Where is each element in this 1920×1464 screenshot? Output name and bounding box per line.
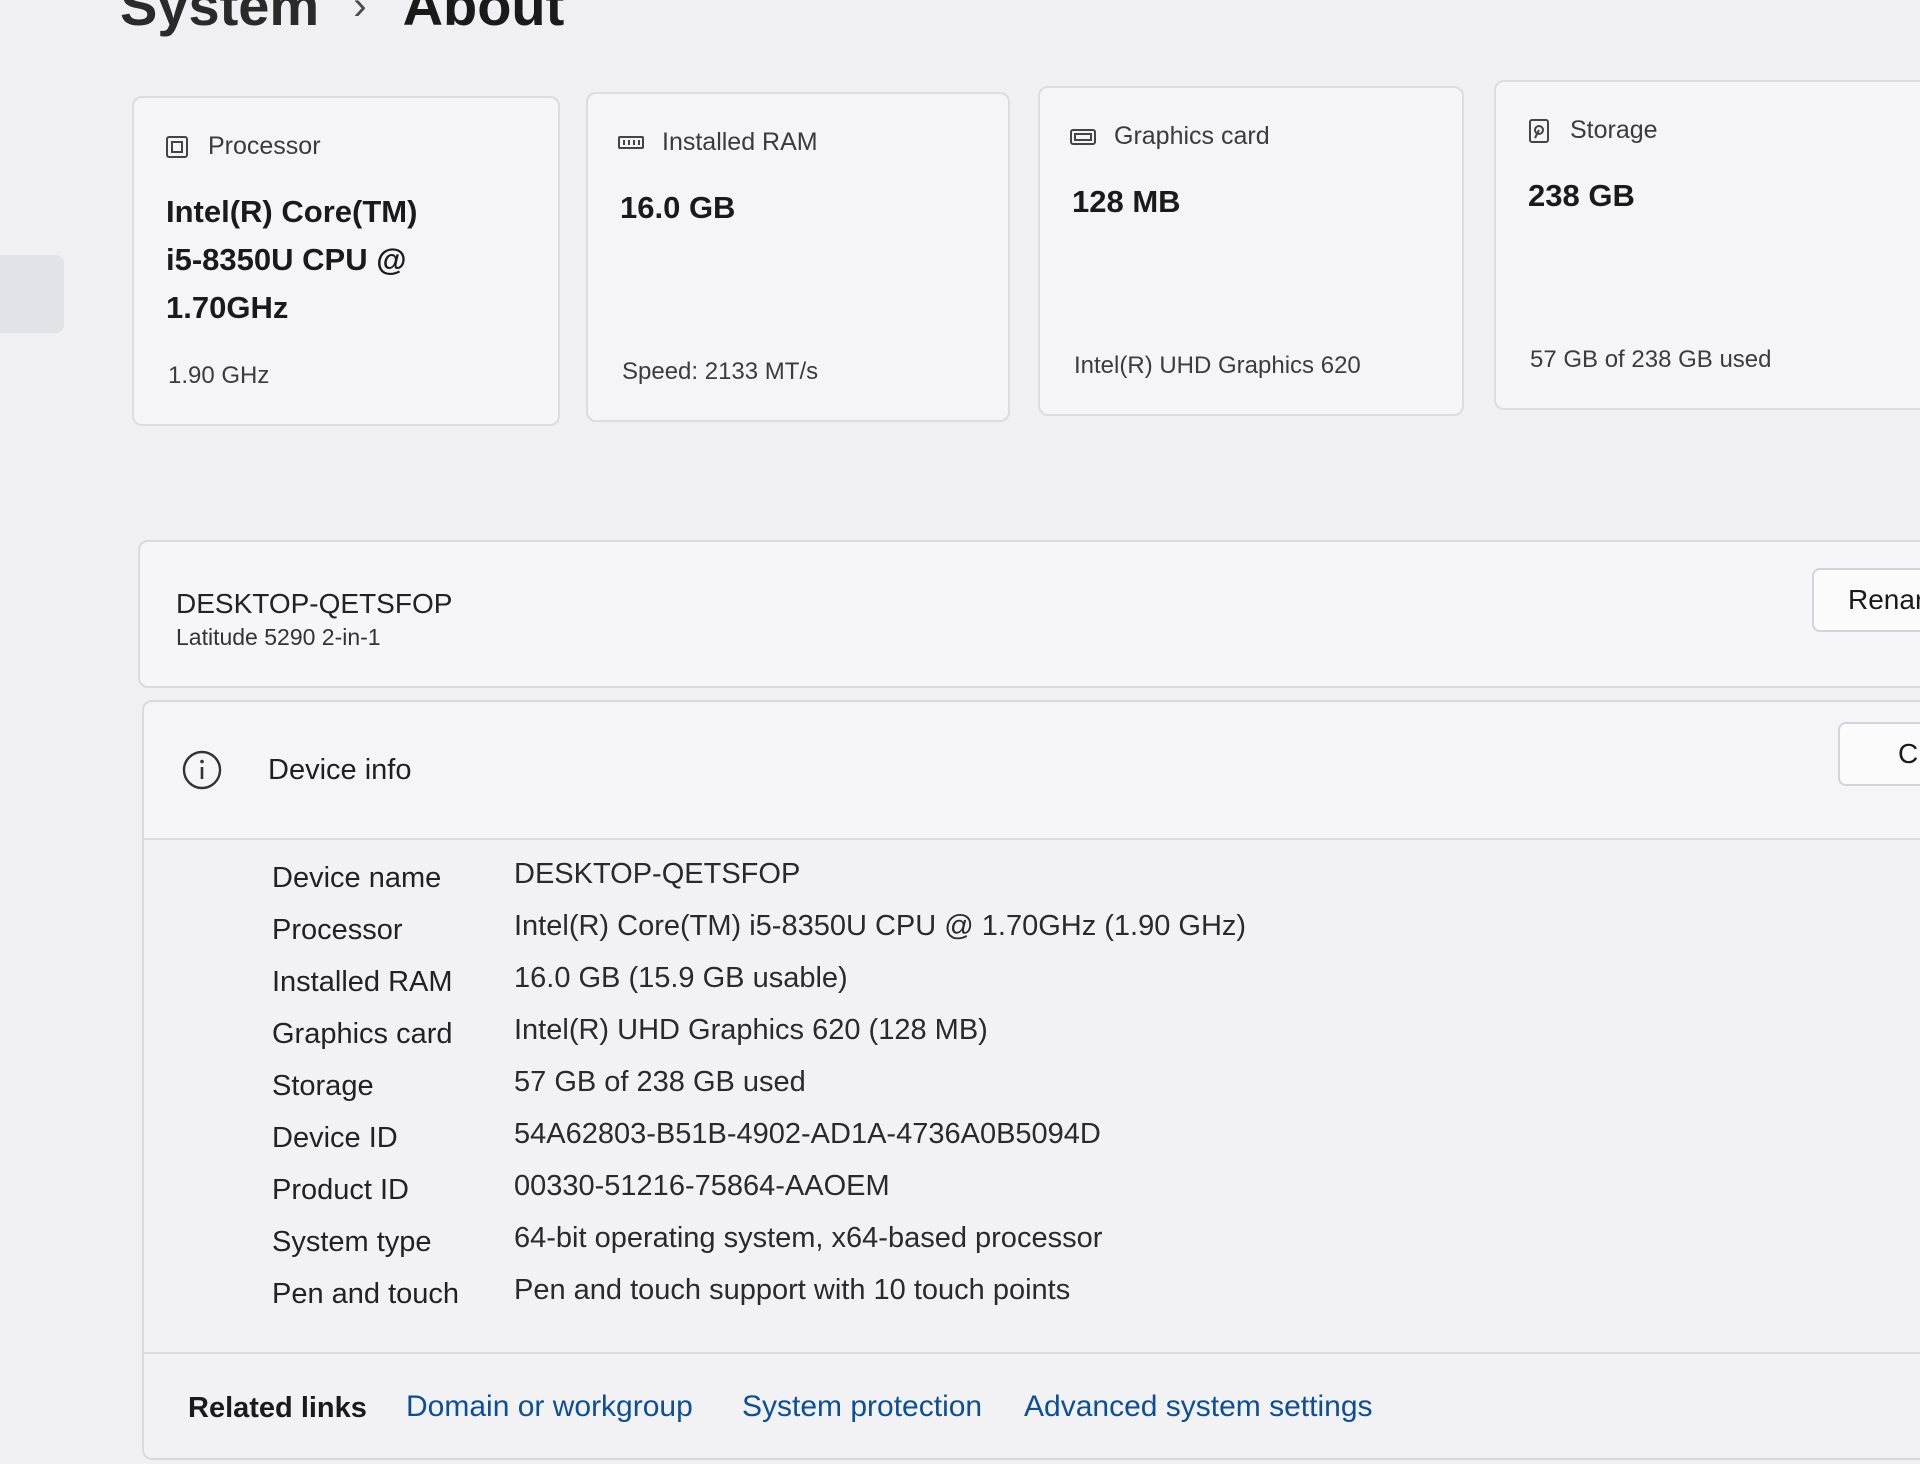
spec-value: 57 GB of 238 GB used — [514, 1066, 806, 1098]
card-value-line: 238 GB — [1528, 178, 1635, 213]
info-icon — [182, 750, 222, 790]
ram-icon — [618, 135, 644, 149]
nav-selection-indicator — [0, 255, 64, 333]
card-subtext: 1.90 GHz — [168, 362, 270, 389]
card-value: 16.0 GB — [620, 184, 735, 232]
related-links-label: Related links — [188, 1392, 367, 1424]
spec-label: Processor — [272, 914, 403, 946]
card-header: Graphics card — [1070, 122, 1270, 151]
card-value-line: 1.70GHz — [166, 290, 289, 325]
pc-name-panel: DESKTOP-QETSFOP Latitude 5290 2-in-1 Ren… — [138, 540, 1920, 688]
processor-card: Processor Intel(R) Core(TM) i5-8350U CPU… — [132, 96, 560, 426]
card-value-line: i5-8350U CPU @ — [166, 242, 407, 277]
breadcrumb-parent-system[interactable]: System — [120, 0, 319, 34]
card-header: Installed RAM — [618, 128, 818, 157]
spec-value: 16.0 GB (15.9 GB usable) — [514, 962, 848, 994]
device-info-panel: Device info C Device name DESKTOP-QETSFO… — [142, 700, 1920, 1460]
graphics-card-card: Graphics card 128 MB Intel(R) UHD Graphi… — [1038, 86, 1464, 416]
spec-label: Product ID — [272, 1174, 409, 1206]
chevron-right-icon: › — [353, 0, 367, 28]
storage-icon — [1529, 118, 1549, 143]
spec-label: Installed RAM — [272, 966, 453, 998]
storage-card: Storage 238 GB 57 GB of 238 GB used — [1494, 80, 1920, 410]
card-subtext: 57 GB of 238 GB used — [1530, 346, 1772, 373]
system-protection-link[interactable]: System protection — [742, 1390, 982, 1424]
device-info-header[interactable]: Device info C — [144, 702, 1920, 840]
card-title: Installed RAM — [662, 128, 818, 156]
advanced-system-settings-link[interactable]: Advanced system settings — [1024, 1390, 1373, 1424]
spec-value: Intel(R) UHD Graphics 620 (128 MB) — [514, 1014, 988, 1046]
domain-or-workgroup-link[interactable]: Domain or workgroup — [406, 1390, 693, 1424]
spec-value: DESKTOP-QETSFOP — [514, 858, 801, 890]
copy-button[interactable]: C — [1838, 722, 1920, 786]
card-header: Storage — [1526, 116, 1658, 145]
device-info-title: Device info — [268, 754, 412, 786]
card-value: 238 GB — [1528, 172, 1635, 220]
spec-value: Intel(R) Core(TM) i5-8350U CPU @ 1.70GHz… — [514, 910, 1247, 942]
rename-button[interactable]: Renar — [1812, 568, 1920, 632]
card-value-line: 128 MB — [1072, 184, 1181, 219]
pc-name: DESKTOP-QETSFOP — [176, 588, 453, 619]
spec-value: 54A62803-B51B-4902-AD1A-4736A0B5094D — [514, 1118, 1101, 1150]
spec-label: System type — [272, 1226, 432, 1258]
spec-label: Graphics card — [272, 1018, 453, 1050]
spec-value: Pen and touch support with 10 touch poin… — [514, 1274, 1071, 1306]
spec-label: Storage — [272, 1070, 374, 1102]
spec-label: Device name — [272, 862, 442, 894]
card-subtext: Speed: 2133 MT/s — [622, 358, 819, 385]
pc-model: Latitude 5290 2-in-1 — [176, 624, 381, 650]
spec-label: Device ID — [272, 1122, 398, 1154]
breadcrumb: System › About — [120, 0, 564, 34]
spec-label: Pen and touch — [272, 1278, 460, 1310]
processor-icon — [166, 135, 188, 158]
spec-value: 64-bit operating system, x64-based proce… — [514, 1222, 1103, 1254]
card-title: Storage — [1570, 116, 1658, 144]
related-links-bar: Related links Domain or workgroup System… — [144, 1352, 1920, 1464]
ram-card: Installed RAM 16.0 GB Speed: 2133 MT/s — [586, 92, 1010, 422]
card-value-line: Intel(R) Core(TM) — [166, 194, 418, 229]
card-value: Intel(R) Core(TM) i5-8350U CPU @ 1.70GHz — [166, 188, 417, 332]
card-value-line: 16.0 GB — [620, 190, 736, 225]
spec-value: 00330-51216-75864-AAOEM — [514, 1170, 890, 1202]
card-value: 128 MB — [1072, 178, 1181, 226]
graphics-card-icon — [1070, 128, 1096, 145]
card-title: Graphics card — [1114, 122, 1270, 150]
card-subtext: Intel(R) UHD Graphics 620 — [1074, 352, 1361, 379]
card-header: Processor — [164, 132, 321, 161]
card-title: Processor — [208, 132, 321, 160]
page-title: About — [402, 0, 565, 37]
